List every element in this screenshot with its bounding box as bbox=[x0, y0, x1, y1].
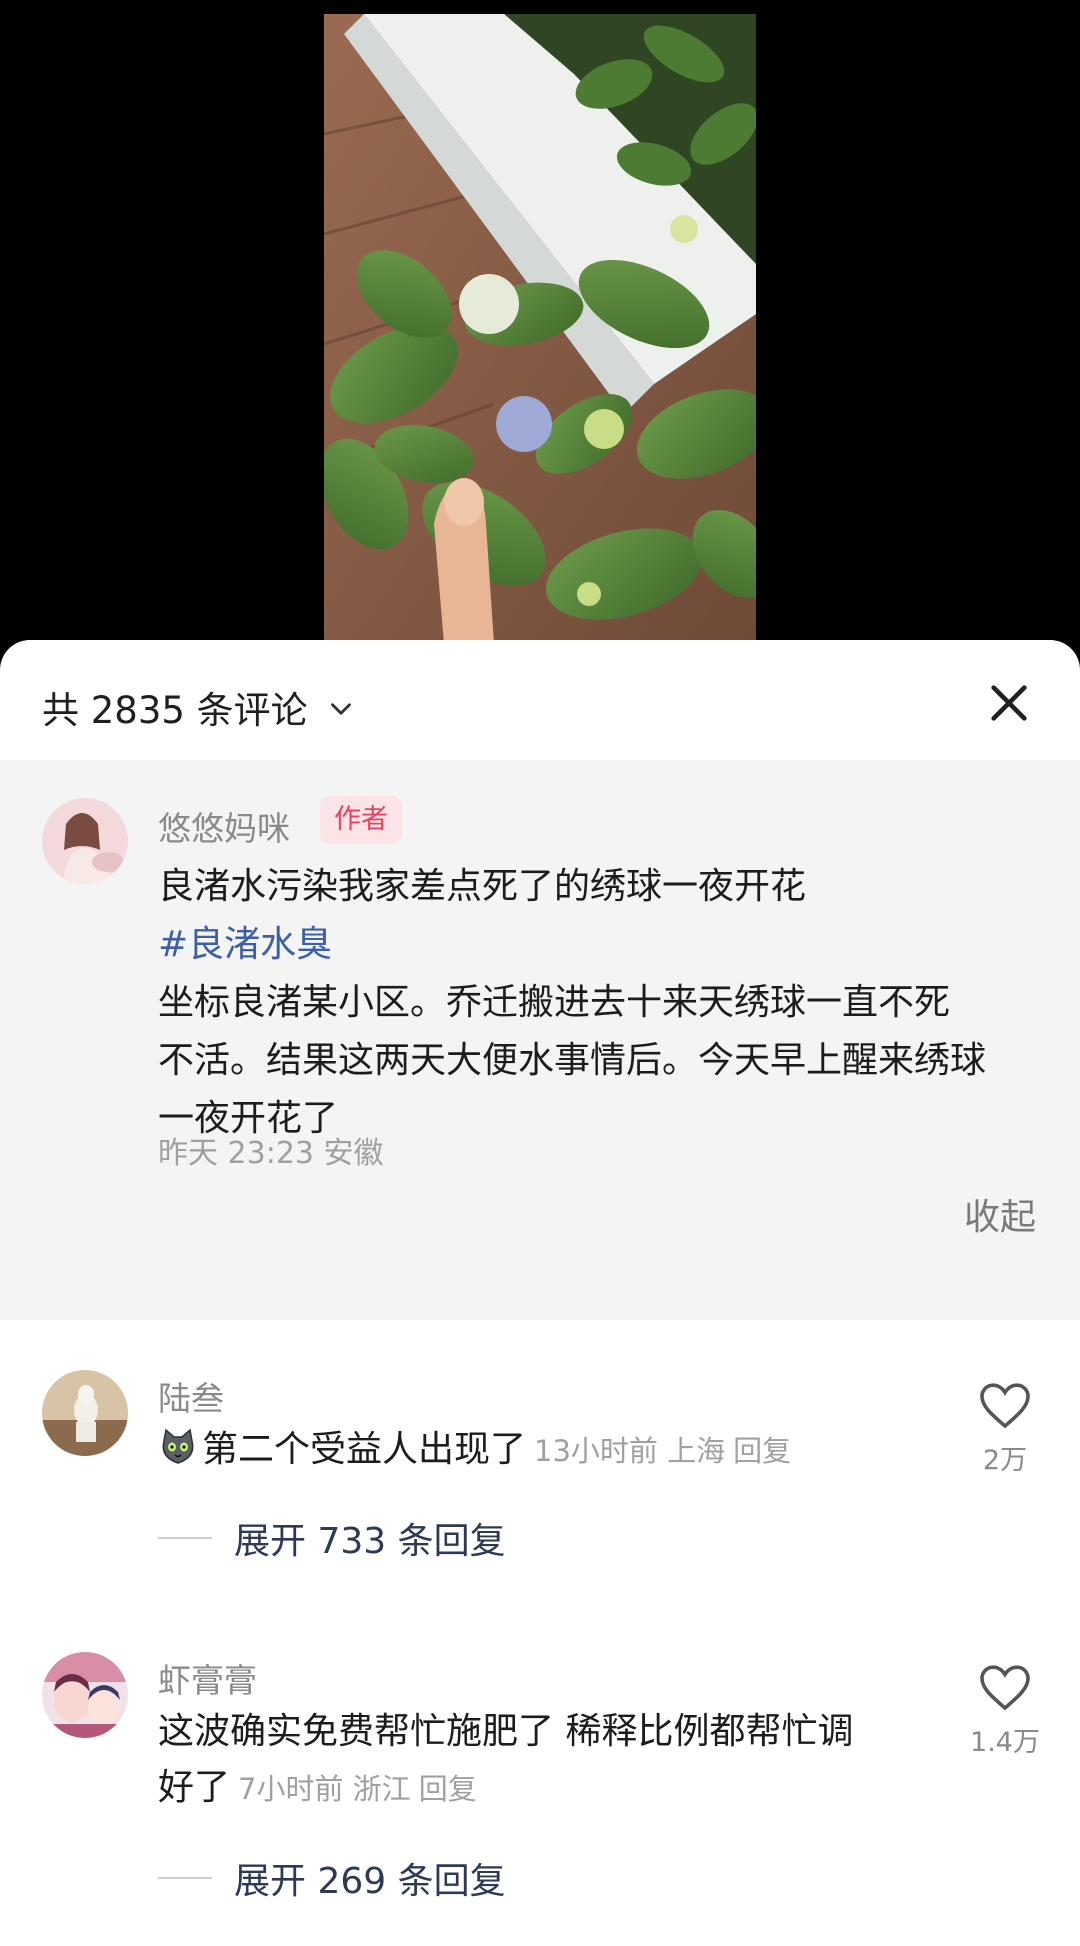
divider bbox=[158, 1877, 212, 1879]
comment-body: 好了 bbox=[158, 1767, 231, 1808]
comments-header: 共 2835 条评论 bbox=[0, 640, 1080, 760]
comment-meta: 13小时前 上海 bbox=[534, 1434, 726, 1468]
comments-sheet: 共 2835 条评论 悠悠妈咪 作者 良渚水污染我家差点死了的绣球一夜开花 #良… bbox=[0, 640, 1080, 1946]
author-badge: 作者 bbox=[320, 796, 402, 844]
pinned-comment-text[interactable]: 良渚水污染我家差点死了的绣球一夜开花 #良渚水臭 坐标良渚某小区。乔迁搬进去十来… bbox=[158, 858, 1048, 1148]
comment-item: 陆叁 第二个受益人出现了 13小时前 上海 回复 2万 展开 733 条回复 bbox=[0, 1370, 1080, 1600]
close-icon[interactable] bbox=[986, 680, 1032, 726]
avatar[interactable] bbox=[42, 1370, 128, 1456]
comment-count-dropdown[interactable]: 共 2835 条评论 bbox=[42, 680, 358, 734]
heart-icon[interactable] bbox=[979, 1382, 1031, 1430]
comment-body: 这波确实免费帮忙施肥了 稀释比例都帮忙调 bbox=[158, 1711, 854, 1752]
avatar[interactable] bbox=[42, 1652, 128, 1738]
expand-replies-button[interactable]: 展开 269 条回复 bbox=[158, 1852, 506, 1904]
video-area[interactable] bbox=[0, 0, 1080, 660]
expand-replies-label: 展开 733 条回复 bbox=[234, 1521, 506, 1562]
divider bbox=[158, 1537, 212, 1539]
comment-username[interactable]: 陆叁 bbox=[158, 1372, 224, 1420]
comment-line: 坐标良渚某小区。乔迁搬进去十来天绣球一直不死 bbox=[158, 982, 951, 1023]
comment-line: 不活。结果这两天大便水事情后。今天早上醒来绣球 bbox=[158, 1040, 987, 1081]
like-count: 2万 bbox=[982, 1445, 1028, 1476]
expand-replies-button[interactable]: 展开 733 条回复 bbox=[158, 1512, 506, 1564]
author-username[interactable]: 悠悠妈咪 bbox=[158, 802, 290, 850]
comment-body: 第二个受益人出现了 bbox=[202, 1429, 527, 1470]
reply-button[interactable]: 回复 bbox=[419, 1772, 477, 1806]
heart-icon[interactable] bbox=[979, 1664, 1031, 1712]
expand-replies-label: 展开 269 条回复 bbox=[234, 1861, 506, 1902]
comment-count-label: 共 2835 条评论 bbox=[42, 689, 308, 732]
cat-emoji-icon bbox=[162, 1428, 194, 1464]
chevron-down-icon bbox=[330, 703, 351, 715]
like-group: 1.4万 bbox=[970, 1664, 1040, 1759]
comment-item: 虾膏膏 这波确实免费帮忙施肥了 稀释比例都帮忙调 好了 7小时前 浙江 回复 1.4… bbox=[0, 1652, 1080, 1942]
like-count: 1.4万 bbox=[970, 1727, 1040, 1758]
hashtag-link[interactable]: #良渚水臭 bbox=[158, 916, 1048, 974]
comment-text[interactable]: 这波确实免费帮忙施肥了 稀释比例都帮忙调 好了 7小时前 浙江 回复 bbox=[158, 1704, 918, 1817]
pinned-author-comment: 悠悠妈咪 作者 良渚水污染我家差点死了的绣球一夜开花 #良渚水臭 坐标良渚某小区… bbox=[0, 760, 1080, 1320]
comment-username[interactable]: 虾膏膏 bbox=[158, 1654, 257, 1702]
like-group: 2万 bbox=[970, 1382, 1040, 1477]
video-thumbnail[interactable] bbox=[324, 14, 756, 644]
comment-meta: 7小时前 浙江 bbox=[238, 1772, 411, 1806]
comment-text[interactable]: 第二个受益人出现了 13小时前 上海 回复 bbox=[158, 1422, 918, 1479]
comment-meta: 昨天 23:23 安徽 bbox=[158, 1136, 384, 1171]
hydrangea-video-image bbox=[324, 14, 756, 644]
comment-line: 良渚水污染我家差点死了的绣球一夜开花 bbox=[158, 866, 807, 907]
reply-button[interactable]: 回复 bbox=[733, 1434, 791, 1468]
collapse-button[interactable]: 收起 bbox=[964, 1188, 1036, 1240]
avatar[interactable] bbox=[42, 798, 128, 884]
